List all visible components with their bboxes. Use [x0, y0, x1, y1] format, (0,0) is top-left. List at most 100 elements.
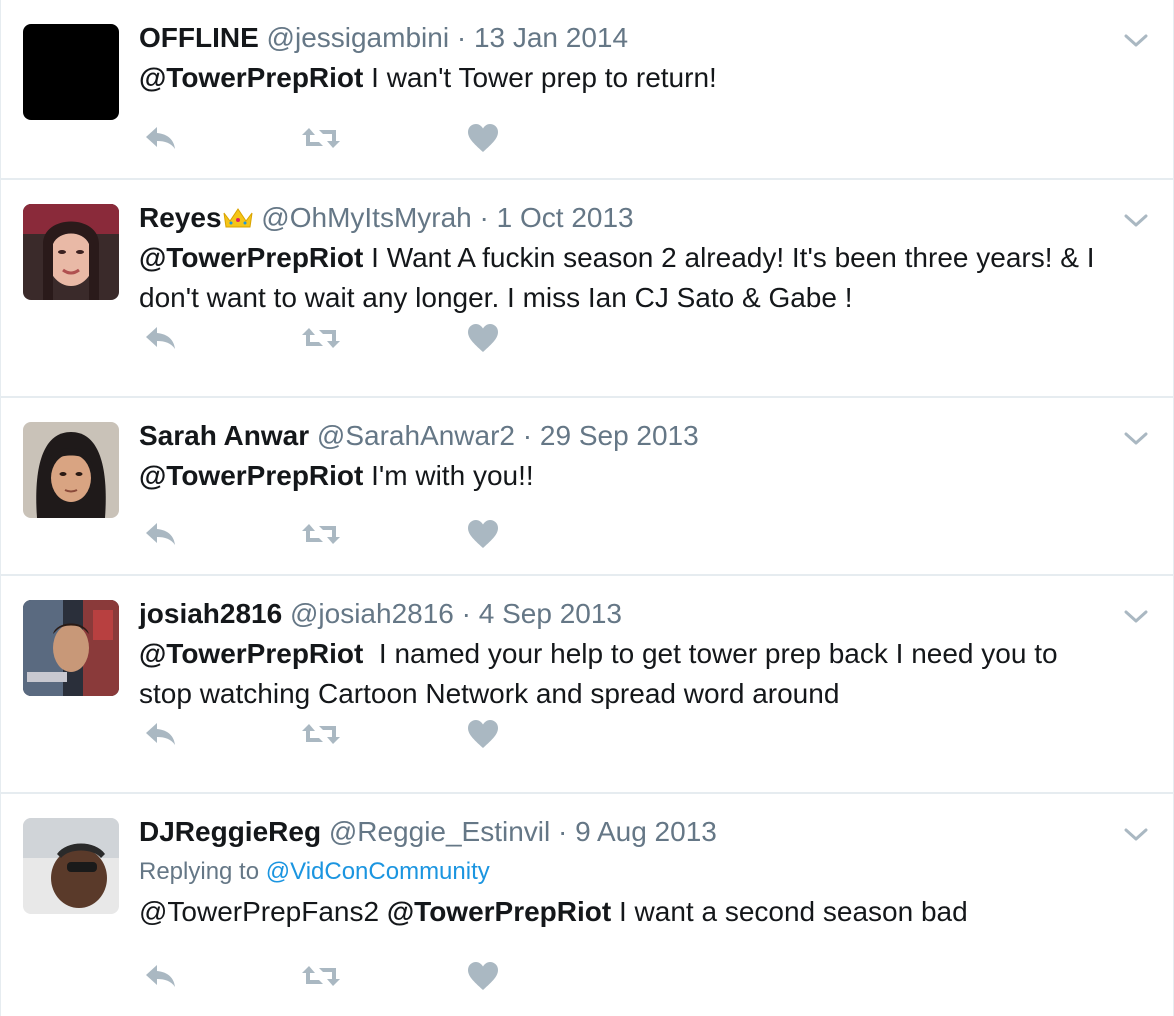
- retweet-button[interactable]: [301, 514, 341, 554]
- reply-icon: [146, 327, 175, 349]
- retweet-button[interactable]: [301, 714, 341, 754]
- heart-icon: [468, 124, 498, 152]
- tweet-author-name[interactable]: josiah2816: [139, 598, 282, 629]
- header-separator: ·: [479, 202, 489, 233]
- tweet-timeline: OFFLINE @jessigambini · 13 Jan 2014 @Tow…: [0, 0, 1174, 1016]
- crown-emoji-icon: [223, 208, 253, 228]
- tweet-body-text: I wan't Tower prep to return!: [363, 62, 717, 93]
- retweet-button[interactable]: [301, 318, 341, 358]
- mention-link[interactable]: @TowerPrepRiot: [387, 896, 611, 927]
- tweet-timestamp[interactable]: 29 Sep 2013: [540, 420, 699, 451]
- tweet-menu-button[interactable]: [1121, 206, 1151, 236]
- mention-link[interactable]: @TowerPrepRiot: [139, 460, 363, 491]
- replying-to-link[interactable]: @VidConCommunity: [266, 858, 490, 885]
- tweet-author-name[interactable]: Reyes: [139, 202, 222, 233]
- tweet-header: DJReggieReg @Reggie_Estinvil · 9 Aug 201…: [139, 814, 1113, 850]
- tweet-item[interactable]: Sarah Anwar @SarahAnwar2 · 29 Sep 2013 @…: [1, 398, 1173, 576]
- reply-button[interactable]: [141, 714, 181, 754]
- tweet-header: Sarah Anwar @SarahAnwar2 · 29 Sep 2013: [139, 418, 1113, 454]
- retweet-icon: [302, 724, 340, 744]
- tweet-header: OFFLINE @jessigambini · 13 Jan 2014: [139, 20, 1113, 56]
- heart-icon: [468, 962, 498, 990]
- tweet-author-name[interactable]: OFFLINE: [139, 22, 259, 53]
- tweet-text: @TowerPrepRiot I'm with you!!: [139, 456, 1113, 496]
- tweet-menu-button[interactable]: [1121, 26, 1151, 56]
- tweet-body-text: I'm with you!!: [363, 460, 534, 491]
- tweet-body-text: I want a second season bad: [611, 896, 968, 927]
- retweet-icon: [302, 966, 340, 986]
- tweet-text: @TowerPrepRiot I named your help to get …: [139, 634, 1113, 714]
- mention-link[interactable]: @TowerPrepRiot: [139, 62, 363, 93]
- tweet-author-handle[interactable]: @OhMyItsMyrah: [261, 202, 471, 233]
- reply-icon: [146, 127, 175, 149]
- retweet-button[interactable]: [301, 118, 341, 158]
- tweet-menu-button[interactable]: [1121, 820, 1151, 850]
- retweet-icon: [302, 524, 340, 544]
- tweet-menu-button[interactable]: [1121, 602, 1151, 632]
- tweet-author-handle[interactable]: @jessigambini: [267, 22, 450, 53]
- tweet-text: @TowerPrepRiot I Want A fuckin season 2 …: [139, 238, 1113, 318]
- like-button[interactable]: [463, 956, 503, 996]
- like-button[interactable]: [463, 118, 503, 158]
- tweet-item[interactable]: DJReggieReg @Reggie_Estinvil · 9 Aug 201…: [1, 794, 1173, 1016]
- like-button[interactable]: [463, 714, 503, 754]
- mention-link[interactable]: @TowerPrepFans2: [139, 896, 387, 927]
- header-separator: ·: [461, 598, 471, 629]
- tweet-text: @TowerPrepRiot I wan't Tower prep to ret…: [139, 58, 1113, 98]
- reply-icon: [146, 723, 175, 745]
- tweet-text: @TowerPrepFans2 @TowerPrepRiot I want a …: [139, 892, 1113, 932]
- retweet-icon: [302, 128, 340, 148]
- header-separator: ·: [558, 816, 568, 847]
- reply-icon: [146, 523, 175, 545]
- tweet-content: Sarah Anwar @SarahAnwar2 · 29 Sep 2013 @…: [139, 418, 1113, 496]
- tweet-menu-button[interactable]: [1121, 424, 1151, 454]
- tweet-author-handle[interactable]: @josiah2816: [290, 598, 454, 629]
- reply-button[interactable]: [141, 956, 181, 996]
- tweet-actions: [141, 714, 541, 754]
- avatar[interactable]: [23, 24, 119, 120]
- tweet-header: Reyes @OhMyItsMyrah · 1 Oct 2013: [139, 200, 1113, 236]
- tweet-timestamp[interactable]: 9 Aug 2013: [575, 816, 717, 847]
- tweet-header: josiah2816 @josiah2816 · 4 Sep 2013: [139, 596, 1113, 632]
- replying-to-label: Replying to: [139, 858, 266, 885]
- tweet-actions: [141, 514, 541, 554]
- header-separator: ·: [522, 420, 533, 451]
- tweet-content: josiah2816 @josiah2816 · 4 Sep 2013 @Tow…: [139, 596, 1113, 714]
- tweet-author-name[interactable]: DJReggieReg: [139, 816, 321, 847]
- tweet-actions: [141, 318, 541, 358]
- tweet-author-handle[interactable]: @Reggie_Estinvil: [329, 816, 550, 847]
- tweet-timestamp[interactable]: 13 Jan 2014: [474, 22, 628, 53]
- mention-link[interactable]: @TowerPrepRiot: [139, 638, 363, 669]
- heart-icon: [468, 520, 498, 548]
- tweet-item[interactable]: OFFLINE @jessigambini · 13 Jan 2014 @Tow…: [1, 0, 1173, 180]
- tweet-author-handle[interactable]: @SarahAnwar2: [317, 420, 515, 451]
- chevron-down-icon: [1124, 432, 1148, 445]
- chevron-down-icon: [1124, 828, 1148, 841]
- reply-context: Replying to @VidConCommunity: [139, 854, 1113, 890]
- avatar[interactable]: [23, 600, 119, 696]
- tweet-item[interactable]: josiah2816 @josiah2816 · 4 Sep 2013 @Tow…: [1, 576, 1173, 794]
- like-button[interactable]: [463, 514, 503, 554]
- chevron-down-icon: [1124, 214, 1148, 227]
- reply-button[interactable]: [141, 118, 181, 158]
- avatar[interactable]: [23, 204, 119, 300]
- tweet-content: OFFLINE @jessigambini · 13 Jan 2014 @Tow…: [139, 20, 1113, 98]
- tweet-timestamp[interactable]: 4 Sep 2013: [479, 598, 622, 629]
- tweet-author-name[interactable]: Sarah Anwar: [139, 420, 309, 451]
- chevron-down-icon: [1124, 610, 1148, 623]
- retweet-button[interactable]: [301, 956, 341, 996]
- tweet-item[interactable]: Reyes @OhMyItsMyrah · 1 Oct 2013 @TowerP…: [1, 180, 1173, 398]
- reply-icon: [146, 965, 175, 987]
- heart-icon: [468, 720, 498, 748]
- retweet-icon: [302, 328, 340, 348]
- mention-link[interactable]: @TowerPrepRiot: [139, 242, 363, 273]
- reply-button[interactable]: [141, 318, 181, 358]
- chevron-down-icon: [1124, 34, 1148, 47]
- avatar[interactable]: [23, 422, 119, 518]
- avatar[interactable]: [23, 818, 119, 914]
- tweet-actions: [141, 956, 541, 996]
- like-button[interactable]: [463, 318, 503, 358]
- tweet-timestamp[interactable]: 1 Oct 2013: [497, 202, 634, 233]
- reply-button[interactable]: [141, 514, 181, 554]
- tweet-content: DJReggieReg @Reggie_Estinvil · 9 Aug 201…: [139, 814, 1113, 932]
